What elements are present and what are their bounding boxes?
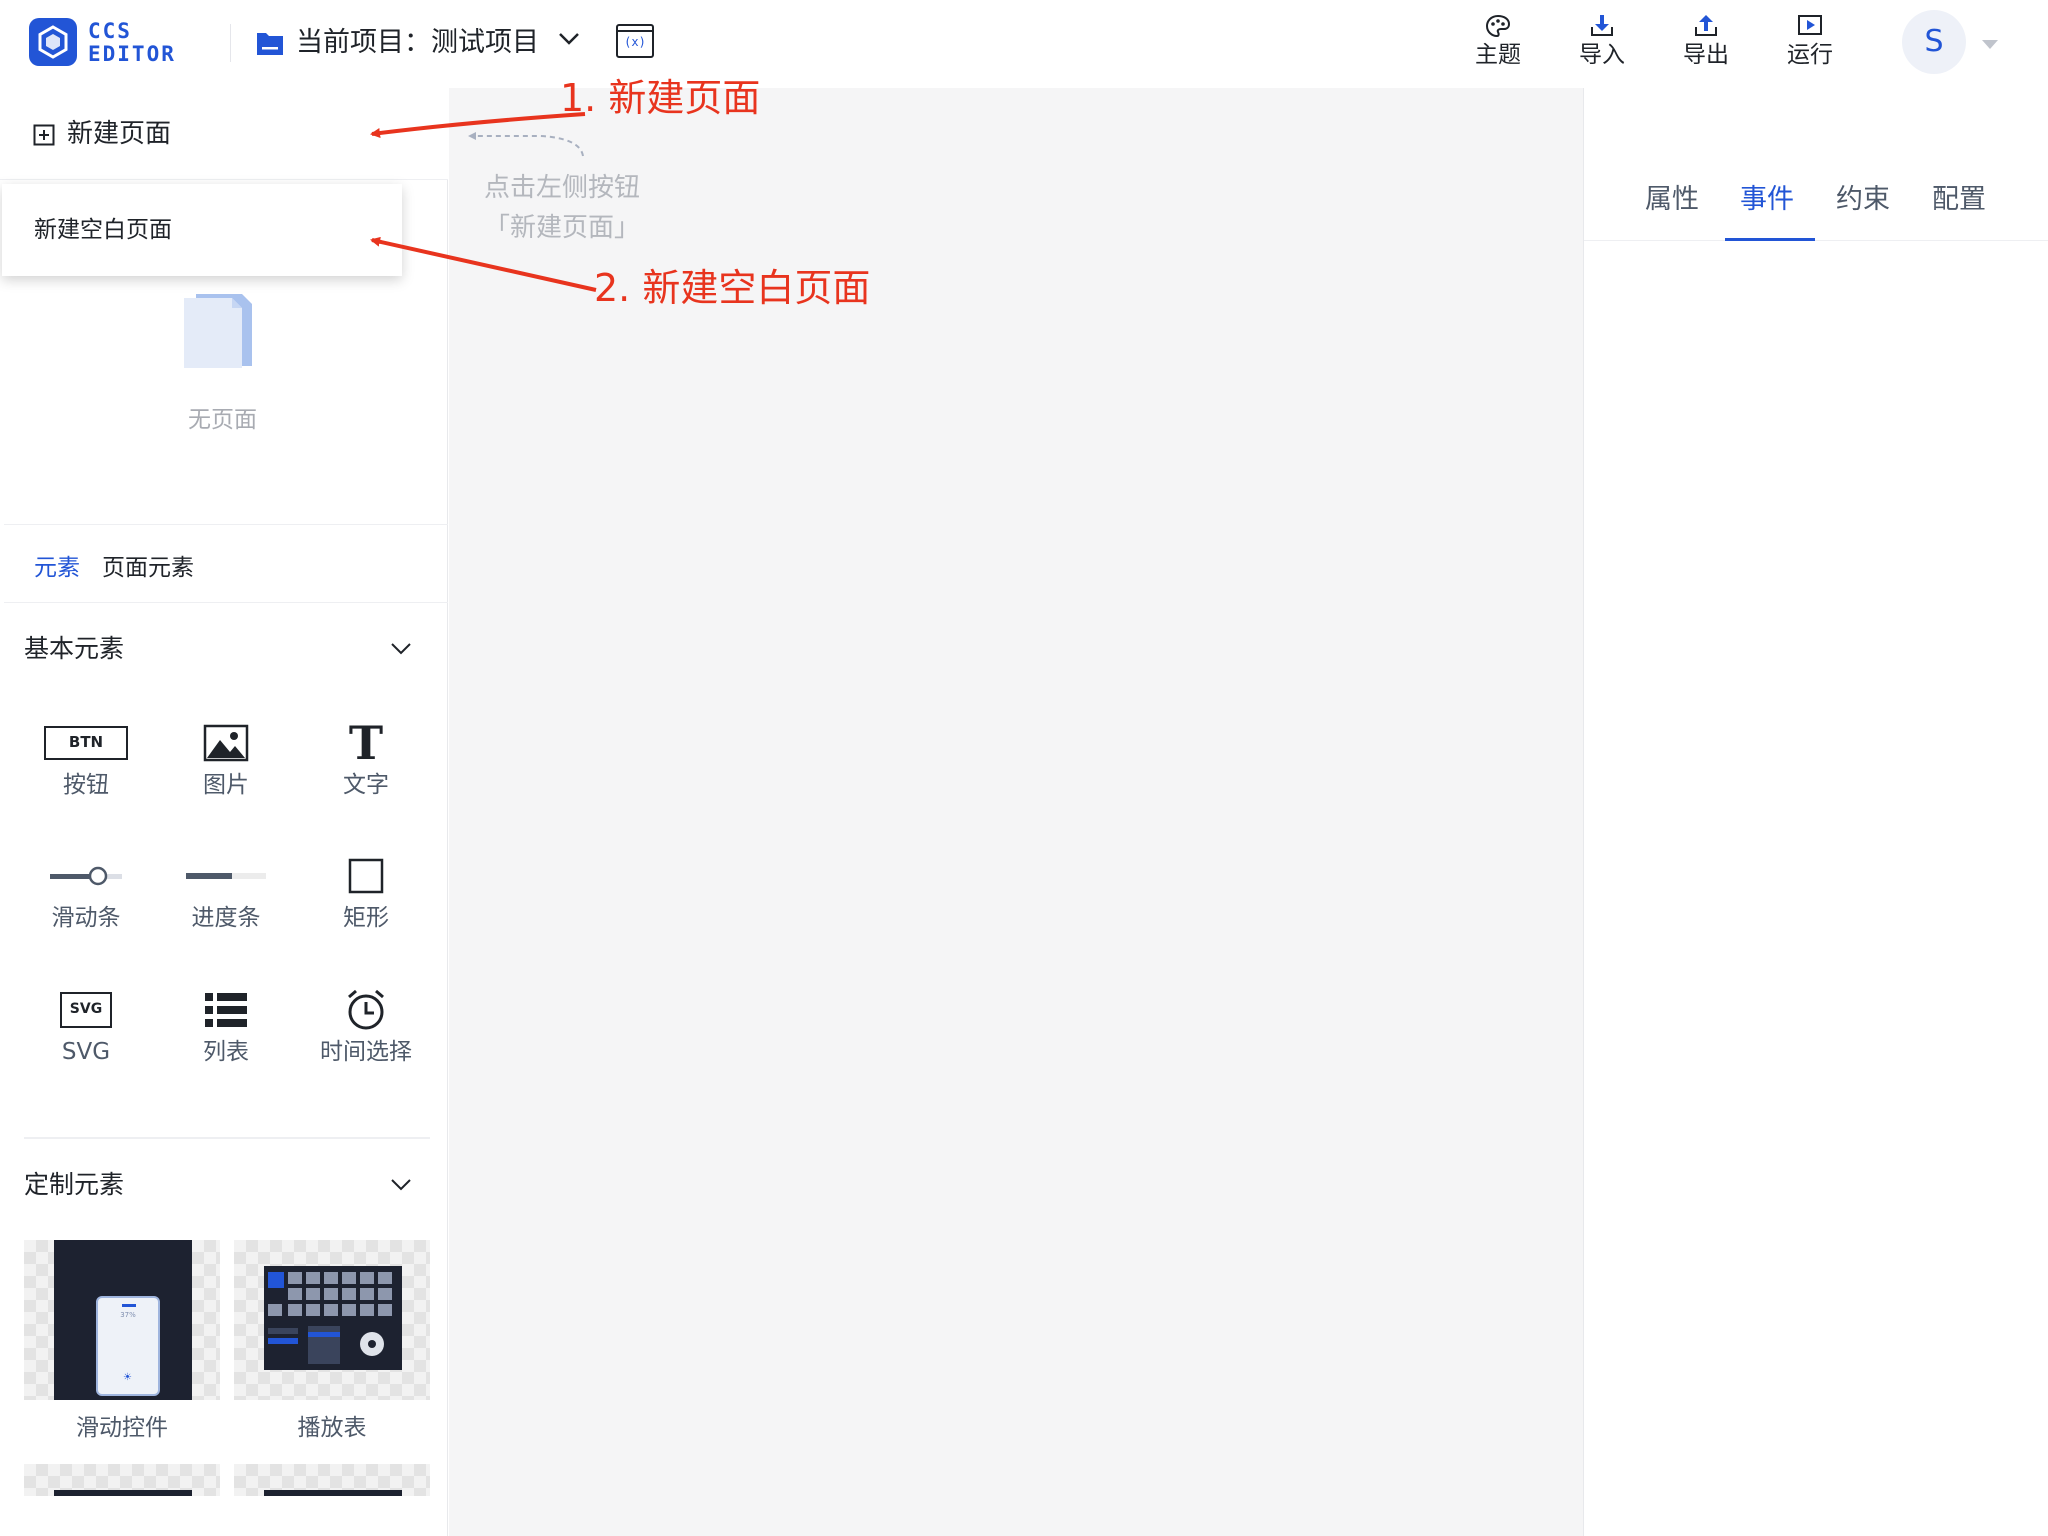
svg-icon-text: SVG xyxy=(60,992,112,1028)
logo-line-1: CCS xyxy=(88,19,132,43)
element-progress-bar[interactable]: 进度条 xyxy=(166,853,286,933)
avatar[interactable]: S xyxy=(1902,10,1966,74)
tabs-divider xyxy=(4,602,448,603)
tab-page-elements[interactable]: 页面元素 xyxy=(102,552,194,584)
element-button[interactable]: BTN 按钮 xyxy=(26,720,146,800)
caret-down-icon[interactable] xyxy=(1982,40,1998,50)
logo-wordmark: CCS EDITOR xyxy=(88,20,176,66)
custom-slide-control-thumbnail[interactable]: 37% ☀ xyxy=(24,1240,220,1400)
element-text[interactable]: T 文字 xyxy=(306,720,426,800)
element-label: 时间选择 xyxy=(320,1039,412,1065)
canvas-hint: 点击左侧按钮 「新建页面」 xyxy=(484,168,640,248)
custom-schedule-thumbnail[interactable] xyxy=(234,1240,430,1400)
run-label: 运行 xyxy=(1787,42,1833,68)
import-button[interactable]: 导入 xyxy=(1562,14,1642,70)
schedule-preview xyxy=(264,1266,402,1370)
tab-properties[interactable]: 属性 xyxy=(1645,182,1699,218)
element-label: 滑动条 xyxy=(51,905,121,931)
custom-element-label: 播放表 xyxy=(297,1415,367,1441)
element-image[interactable]: 图片 xyxy=(166,720,286,800)
chevron-down-icon[interactable] xyxy=(390,1178,412,1192)
right-tabs-divider xyxy=(1584,240,2048,241)
canvas-hint-line-2: 「新建页面」 xyxy=(484,213,641,243)
text-icon: T xyxy=(306,720,426,766)
chevron-down-icon[interactable] xyxy=(390,642,412,656)
element-list[interactable]: 列表 xyxy=(166,987,286,1067)
text-icon-glyph: T xyxy=(348,716,384,770)
run-button[interactable]: 运行 xyxy=(1770,14,1850,70)
tab-elements[interactable]: 元素 xyxy=(34,552,80,584)
element-slider[interactable]: 滑动条 xyxy=(26,853,146,933)
canvas-hint-line-1: 点击左侧按钮 xyxy=(484,173,641,203)
active-tab-indicator xyxy=(1725,238,1815,241)
panel-divider xyxy=(4,524,448,525)
export-icon xyxy=(1695,15,1717,36)
import-label: 导入 xyxy=(1579,42,1625,68)
sun-icon: ☀ xyxy=(123,1372,132,1383)
current-project-label[interactable]: 当前项目：测试项目 xyxy=(296,24,539,62)
run-icon xyxy=(1798,15,1822,35)
element-time-picker[interactable]: 时间选择 xyxy=(306,987,426,1067)
element-label: 按钮 xyxy=(63,772,109,798)
button-icon: BTN xyxy=(26,720,146,766)
logo-line-2: EDITOR xyxy=(88,42,176,66)
plus-square-icon xyxy=(33,124,55,146)
tab-config[interactable]: 配置 xyxy=(1932,182,1986,218)
theme-label: 主题 xyxy=(1475,42,1521,68)
new-page-label: 新建页面 xyxy=(67,119,172,149)
folder-icon xyxy=(256,30,284,56)
export-button[interactable]: 导出 xyxy=(1666,14,1746,70)
element-label: 列表 xyxy=(203,1039,249,1065)
element-rectangle[interactable]: 矩形 xyxy=(306,853,426,933)
palette-icon xyxy=(1485,14,1511,38)
variables-button[interactable]: (x) xyxy=(616,24,654,58)
tab-constraints[interactable]: 约束 xyxy=(1836,182,1890,218)
partial-preview-bar xyxy=(264,1490,402,1496)
slide-control-phone: 37% ☀ xyxy=(96,1296,160,1396)
custom-element-label: 滑动控件 xyxy=(76,1415,168,1441)
list-icon xyxy=(166,987,286,1033)
custom-element-thumbnail-partial[interactable] xyxy=(24,1464,220,1496)
new-blank-page-label: 新建空白页面 xyxy=(34,217,172,243)
annotation-step-2: 2. 新建空白页面 xyxy=(594,266,871,310)
annotation-step-1: 1. 新建页面 xyxy=(560,76,761,120)
partial-preview-bar xyxy=(54,1490,192,1496)
tab-events[interactable]: 事件 xyxy=(1740,182,1794,218)
element-label: 图片 xyxy=(203,772,249,798)
empty-pages-text: 无页面 xyxy=(188,407,257,433)
variables-button-label: (x) xyxy=(624,35,646,49)
slide-control-value: 37% xyxy=(120,1311,136,1319)
rectangle-icon xyxy=(306,853,426,899)
slide-control-preview-bg: 37% ☀ xyxy=(54,1240,192,1400)
element-label: SVG xyxy=(61,1039,111,1065)
top-header: CCS EDITOR 当前项目：测试项目 (x) 主题 导入 导出 运行 S xyxy=(0,0,2048,88)
export-label: 导出 xyxy=(1683,42,1729,68)
empty-document-icon xyxy=(182,292,266,370)
ccs-editor-logo-icon xyxy=(29,18,77,66)
header-divider xyxy=(230,24,231,62)
right-panel xyxy=(1583,88,2048,1536)
slider-icon xyxy=(26,853,146,899)
custom-elements-title: 定制元素 xyxy=(24,1170,125,1199)
image-icon xyxy=(166,720,286,766)
alarm-clock-icon xyxy=(306,987,426,1033)
import-icon xyxy=(1591,15,1613,36)
theme-button[interactable]: 主题 xyxy=(1458,14,1538,70)
section-divider xyxy=(24,1137,430,1139)
slide-control-indicator xyxy=(122,1304,136,1307)
progress-bar-icon xyxy=(166,853,286,899)
button-icon-text: BTN xyxy=(44,726,128,760)
element-svg[interactable]: SVG SVG xyxy=(26,987,146,1067)
element-label: 矩形 xyxy=(343,905,389,931)
chevron-down-icon[interactable] xyxy=(558,32,580,46)
basic-elements-title: 基本元素 xyxy=(24,634,125,663)
element-label: 进度条 xyxy=(191,905,261,931)
svg-icon: SVG xyxy=(26,987,146,1033)
element-label: 文字 xyxy=(343,772,389,798)
custom-element-thumbnail-partial[interactable] xyxy=(234,1464,430,1496)
